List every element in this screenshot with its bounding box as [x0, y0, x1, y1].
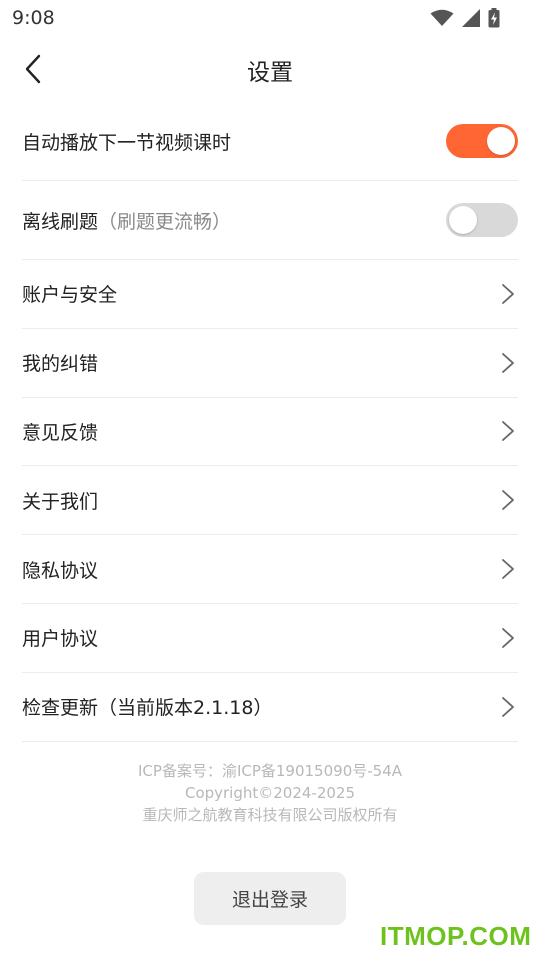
- offline-label: 离线刷题: [22, 210, 99, 233]
- toggle-knob: [487, 127, 515, 155]
- toggle-knob: [449, 206, 477, 234]
- setting-about-row[interactable]: 关于我们: [22, 466, 518, 536]
- autoplay-label: 自动播放下一节视频课时: [22, 131, 232, 154]
- footer: ICP备案号：渝ICP备19015090号-54A Copyright©2024…: [0, 760, 540, 826]
- watermark-logo: ITMOP.COM: [380, 921, 532, 951]
- setting-account-row[interactable]: 账户与安全: [22, 260, 518, 329]
- chevron-right-icon: [502, 627, 514, 648]
- setting-corrections-row[interactable]: 我的纠错: [22, 329, 518, 398]
- chevron-right-icon: [502, 421, 514, 442]
- status-time: 9:08: [12, 7, 55, 29]
- corrections-label: 我的纠错: [22, 353, 99, 376]
- setting-feedback-row[interactable]: 意见反馈: [22, 398, 518, 467]
- setting-update-row[interactable]: 检查更新（当前版本2.1.18）: [22, 673, 518, 742]
- privacy-label: 隐私协议: [22, 559, 99, 582]
- setting-user-agreement-row[interactable]: 用户协议: [22, 604, 518, 673]
- battery-charging-icon: [488, 8, 500, 28]
- status-bar: 9:08: [0, 0, 540, 36]
- logout-button[interactable]: 退出登录: [194, 872, 346, 925]
- page-title: 设置: [247, 60, 293, 86]
- about-label: 关于我们: [22, 490, 99, 513]
- chevron-right-icon: [502, 283, 514, 304]
- chevron-right-icon: [502, 696, 514, 717]
- nav-bar: 设置: [0, 36, 540, 102]
- setting-offline-row[interactable]: 离线刷题 （刷题更流畅）: [22, 181, 518, 260]
- autoplay-toggle[interactable]: [446, 124, 518, 158]
- update-label: 检查更新（当前版本2.1.18）: [22, 697, 273, 720]
- feedback-label: 意见反馈: [22, 421, 99, 444]
- copyright-text: Copyright©2024-2025: [184, 784, 356, 802]
- settings-list: 自动播放下一节视频课时 离线刷题 （刷题更流畅） 账户与安全 我的纠错 意见反馈 …: [22, 102, 518, 742]
- setting-privacy-row[interactable]: 隐私协议: [22, 535, 518, 604]
- icp-text: ICP备案号：渝ICP备19015090号-54A: [138, 762, 402, 780]
- chevron-right-icon: [502, 352, 514, 373]
- setting-autoplay-row[interactable]: 自动播放下一节视频课时: [22, 102, 518, 181]
- user-agreement-label: 用户协议: [22, 628, 99, 651]
- chevron-right-icon: [502, 490, 514, 511]
- offline-toggle[interactable]: [446, 203, 518, 237]
- cellular-signal-icon: [462, 9, 480, 27]
- company-text: 重庆师之航教育科技有限公司版权所有: [142, 806, 398, 824]
- status-icons: [430, 8, 500, 28]
- chevron-right-icon: [502, 559, 514, 579]
- offline-hint: （刷题更流畅）: [98, 210, 232, 233]
- wifi-icon: [430, 9, 454, 26]
- account-label: 账户与安全: [22, 284, 118, 307]
